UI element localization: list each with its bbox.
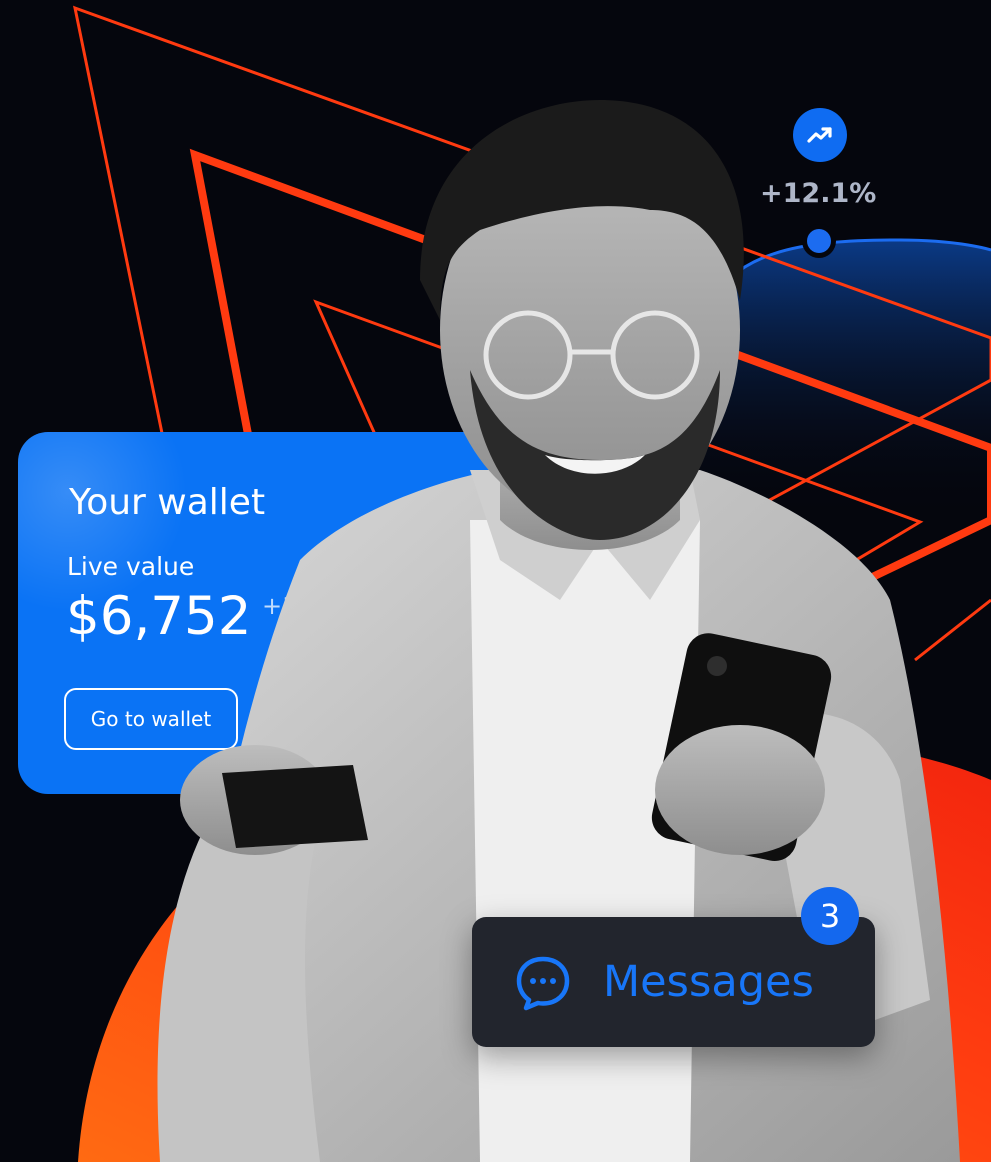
chat-bubble-icon (516, 956, 570, 1011)
messages-label: Messages (603, 957, 814, 1007)
messages-count-badge: 3 (801, 887, 859, 945)
hero-stage: Your wallet Live value $6,752 +12 Go to … (0, 0, 991, 1162)
